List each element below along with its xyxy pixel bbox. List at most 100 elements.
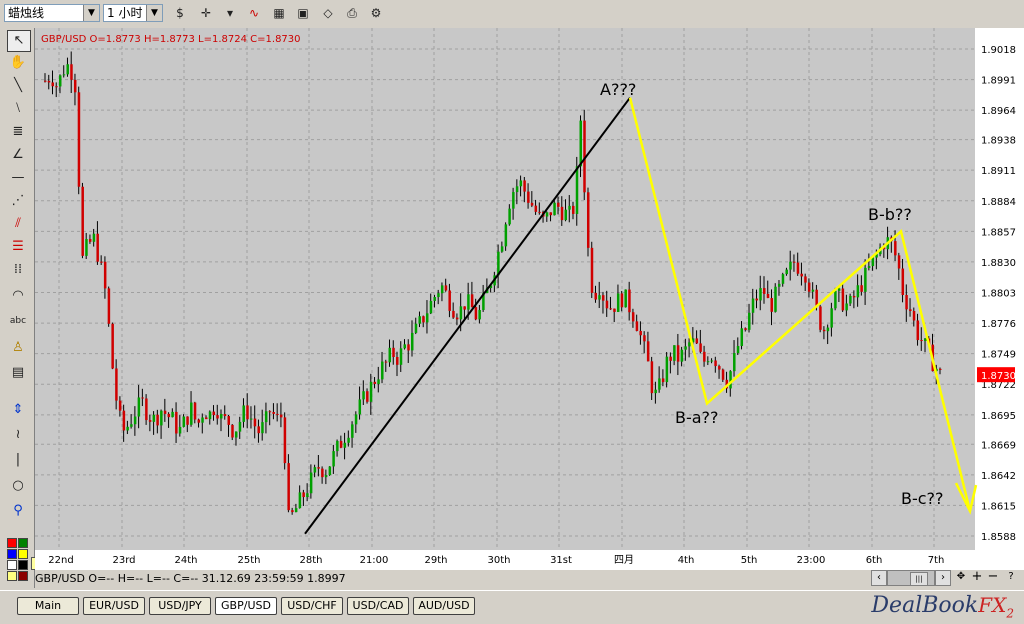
zoom-icon[interactable]: ▣ — [293, 4, 313, 23]
pitchfork-icon[interactable]: ⫽ — [7, 214, 29, 234]
zoom-out-button[interactable]: − — [985, 570, 1001, 586]
candle-body — [639, 330, 642, 336]
arrow-icon[interactable]: ⇕ — [7, 400, 29, 420]
candle-body — [246, 405, 249, 420]
y-tick-label: 1.8803 — [981, 289, 1016, 300]
y-tick-label: 1.8695 — [981, 411, 1016, 422]
price-chart[interactable]: 1.9018 1.8991 1.8964 1.8938 1.8911 1.8884 1.88… — [35, 28, 1024, 570]
candle-body — [744, 328, 747, 330]
scroll-left-button[interactable]: ‹ — [871, 570, 887, 586]
candle-body — [800, 273, 803, 277]
scroll-right-button[interactable]: › — [935, 570, 951, 586]
circle-icon[interactable]: ○ — [7, 476, 29, 496]
wave-icon[interactable]: ≀ — [7, 425, 29, 445]
candle-body — [306, 493, 309, 498]
chart-type-select[interactable]: 蜡烛线 ▼ — [4, 4, 100, 22]
color-swatch[interactable] — [18, 538, 28, 548]
tab-usd-cad[interactable]: USD/CAD — [347, 597, 409, 615]
calculator-icon[interactable]: ▤ — [7, 363, 29, 383]
tab-usd-jpy[interactable]: USD/JPY — [149, 597, 211, 615]
candle-body — [437, 293, 440, 298]
timeframe-select[interactable]: 1 小时 ▼ — [103, 4, 163, 22]
candle-body — [242, 405, 245, 422]
fib-levels-icon[interactable]: ⁞⁞ — [7, 260, 29, 280]
scrollbar-thumb[interactable]: ||| — [910, 572, 928, 586]
candle-body — [643, 335, 646, 342]
parallel-icon[interactable]: ⧵ — [7, 99, 29, 119]
color-icon[interactable]: ∿ — [244, 4, 264, 23]
chevron-down-icon[interactable]: ▼ — [146, 5, 162, 21]
candle-body — [227, 416, 230, 425]
help-button[interactable]: ? — [1003, 570, 1019, 586]
candle-body — [759, 288, 762, 301]
candle-body — [276, 413, 279, 415]
x-tick-label: 四月 — [614, 554, 634, 566]
candle-body — [354, 414, 358, 425]
candle-body — [781, 274, 785, 284]
color-swatch[interactable] — [18, 571, 28, 581]
color-swatch[interactable] — [18, 549, 28, 559]
candle-body — [819, 306, 822, 330]
color-swatch[interactable] — [7, 538, 17, 548]
move-icon[interactable]: ✥ — [953, 570, 969, 586]
y-tick-label: 1.8857 — [981, 227, 1016, 238]
eraser-icon[interactable]: ◇ — [318, 4, 338, 23]
candle-body — [721, 369, 725, 380]
gann-icon[interactable]: ⋰ — [7, 191, 29, 211]
candle-body — [598, 295, 601, 300]
color-swatch[interactable] — [18, 560, 28, 570]
color-swatch[interactable] — [7, 549, 17, 559]
currency-icon[interactable]: $ — [170, 4, 190, 23]
candle-body — [92, 233, 96, 242]
candle-body — [264, 411, 268, 423]
candle-body — [661, 378, 665, 383]
candle-body — [186, 416, 189, 425]
tab-gbp-usd[interactable]: GBP/USD — [215, 597, 277, 615]
channel-icon[interactable]: ☰ — [7, 237, 29, 257]
candle-body — [594, 292, 597, 300]
cursor-icon[interactable]: ↖ — [7, 30, 31, 52]
indicator-icon[interactable]: ▾ — [220, 4, 240, 23]
line-icon[interactable]: ╲ — [7, 76, 29, 96]
candle-body — [830, 308, 833, 328]
candle-body — [564, 209, 568, 221]
tab-aud-usd[interactable]: AUD/USD — [413, 597, 475, 615]
vertical-line-icon[interactable]: | — [7, 450, 29, 470]
candle-body — [115, 368, 118, 401]
arc-icon[interactable]: ◠ — [7, 286, 29, 306]
candle-body — [841, 288, 845, 311]
scrollbar-track[interactable]: ||| — [887, 570, 935, 586]
tab-main[interactable]: Main — [17, 597, 79, 615]
hand-icon[interactable]: ✋ — [7, 53, 29, 73]
drawing-tools-sidebar: ↖ ✋ ╲ ⧵ ≣ ∠ — ⋰ ⫽ ☰ ⁞⁞ ◠ abc ♙ ▤ ⇕ ≀ | ○… — [0, 28, 35, 588]
candle-body — [774, 286, 777, 312]
candle-body — [905, 295, 908, 310]
candle-body — [133, 416, 137, 425]
settings-icon[interactable]: ⚙ — [366, 4, 386, 23]
candle-body — [291, 510, 294, 513]
chart-header: GBP/USD O=1.8773 H=1.8773 L=1.8724 C=1.8… — [41, 34, 301, 45]
candle-body — [785, 269, 788, 275]
tab-usd-chf[interactable]: USD/CHF — [281, 597, 343, 615]
tab-eur-usd[interactable]: EUR/USD — [83, 597, 145, 615]
candle-body — [568, 205, 571, 210]
color-swatch[interactable] — [7, 571, 17, 581]
candle-body — [70, 64, 73, 80]
grid-icon[interactable]: ▦ — [269, 4, 289, 23]
crosshair-icon[interactable]: ✛ — [196, 4, 216, 23]
fib-retracement-icon[interactable]: ≣ — [7, 122, 29, 142]
chart-canvas[interactable]: 1.9018 1.8991 1.8964 1.8938 1.8911 1.8884 1.88… — [35, 28, 1024, 570]
candle-body — [751, 298, 755, 313]
chevron-down-icon[interactable]: ▼ — [83, 5, 99, 21]
fan-icon[interactable]: ∠ — [7, 145, 29, 165]
magnifier-icon[interactable]: ⚲ — [7, 501, 29, 521]
alert-icon[interactable]: ♙ — [7, 338, 29, 358]
candle-body — [684, 346, 687, 350]
plot-area[interactable] — [35, 28, 975, 550]
print-icon[interactable]: ⎙ — [342, 4, 362, 23]
zoom-in-button[interactable]: + — [969, 570, 985, 586]
candle-body — [523, 180, 526, 192]
text-icon[interactable]: abc — [7, 311, 29, 331]
horizontal-line-icon[interactable]: — — [7, 168, 29, 188]
color-swatch[interactable] — [7, 560, 17, 570]
